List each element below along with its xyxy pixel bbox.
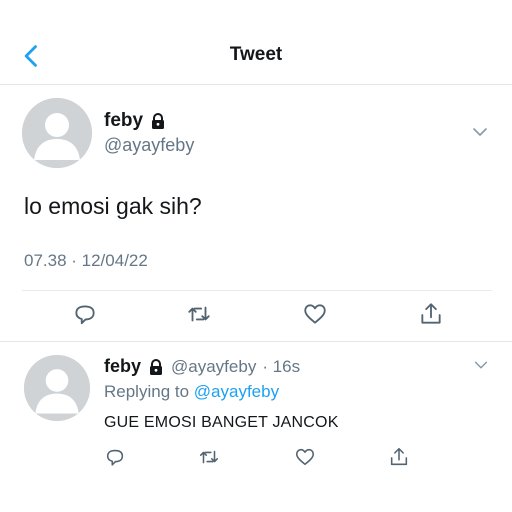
page-title: Tweet bbox=[229, 44, 283, 65]
retweet-icon[interactable] bbox=[198, 446, 220, 468]
reply-author-name[interactable]: feby bbox=[104, 356, 141, 377]
heart-icon[interactable] bbox=[294, 446, 316, 468]
reply-text: GUE EMOSI BANGET JANCOK bbox=[104, 414, 339, 431]
author-name[interactable]: feby bbox=[104, 110, 143, 132]
chevron-down-icon[interactable] bbox=[472, 356, 490, 374]
replying-to-handle[interactable]: @ayayfeby bbox=[194, 382, 279, 401]
replying-to-label: Replying to bbox=[104, 382, 190, 401]
lock-icon bbox=[149, 112, 167, 130]
reply-age: · 16s bbox=[262, 356, 301, 376]
author-handle[interactable]: @ayayfeby bbox=[104, 135, 194, 156]
retweet-icon[interactable] bbox=[186, 301, 212, 327]
top-bar bbox=[0, 0, 512, 85]
heart-icon[interactable] bbox=[302, 301, 328, 327]
share-icon[interactable] bbox=[418, 301, 444, 327]
tweet-timestamp[interactable]: 07.38 · 12/04/22 bbox=[24, 251, 148, 271]
share-icon[interactable] bbox=[388, 446, 410, 468]
replying-to: Replying to @ayayfeby bbox=[104, 382, 279, 402]
reply-header: feby @ayayfeby · 16s bbox=[104, 356, 300, 377]
author-name-row[interactable]: feby bbox=[104, 110, 167, 132]
divider bbox=[22, 290, 492, 291]
reply-avatar[interactable] bbox=[24, 355, 90, 421]
lock-icon bbox=[147, 358, 165, 376]
divider bbox=[0, 341, 512, 342]
reply-author-handle[interactable]: @ayayfeby bbox=[171, 357, 256, 377]
reply-icon[interactable] bbox=[72, 301, 98, 327]
chevron-down-icon[interactable] bbox=[470, 122, 490, 142]
reply-icon[interactable] bbox=[104, 446, 126, 468]
avatar[interactable] bbox=[22, 98, 92, 168]
tweet-text: lo emosi gak sih? bbox=[24, 193, 202, 219]
